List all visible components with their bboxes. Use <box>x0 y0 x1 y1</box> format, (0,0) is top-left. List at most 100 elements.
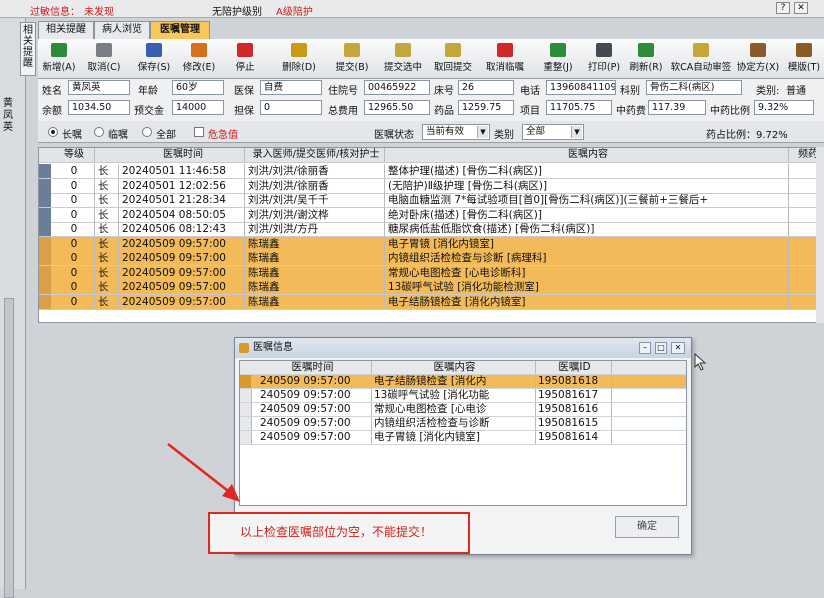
toolbar-button-8[interactable]: 取回提交 <box>430 41 476 77</box>
dialog-row[interactable]: 240509 09:57:00 内镜组织活检检查与诊断 195081615 <box>240 417 686 431</box>
dialog-row[interactable]: 240509 09:57:00 13碳呼气试验 [消化功能 195081617 <box>240 389 686 403</box>
critical-checkbox[interactable] <box>194 127 204 137</box>
table-row[interactable]: 0 长 20240509 09:57:00 陈瑞鑫 常规心电图检查 [心电诊断科] <box>39 265 823 281</box>
row-selector[interactable] <box>39 251 51 265</box>
row-selector[interactable] <box>39 294 51 309</box>
toolbar-button-2[interactable]: 保存(S) <box>130 41 178 77</box>
toolbar-button-13[interactable]: 软CA自动审签 <box>668 41 734 77</box>
dialog-cell: 195081617 <box>536 389 612 402</box>
row-selector[interactable] <box>39 178 51 193</box>
row-selector[interactable] <box>240 403 252 416</box>
toolbar-button-12[interactable]: 刷新(R) <box>626 41 666 77</box>
all-order-radio[interactable] <box>142 127 152 137</box>
dialog-row[interactable]: 240509 09:57:00 电子胃镜 [消化内镜室] 195081614 <box>240 431 686 445</box>
admission-field[interactable]: 00465922 <box>364 80 430 95</box>
row-selector[interactable] <box>240 417 252 430</box>
toolbar-button-11[interactable]: 打印(P) <box>584 41 624 77</box>
category-value: 普通 <box>786 86 806 97</box>
guarantee-field[interactable]: 0 <box>260 100 322 115</box>
phone-field[interactable]: 13960841109 <box>546 80 616 95</box>
status-select[interactable]: 当前有效 ▼ <box>422 124 490 140</box>
item-field[interactable]: 11705.75 <box>546 100 612 115</box>
row-selector[interactable] <box>39 236 51 251</box>
bed-field[interactable]: 26 <box>458 80 514 95</box>
row-selector[interactable] <box>39 280 51 294</box>
toolbar-button-1[interactable]: 取消(C) <box>80 41 128 77</box>
tcm-field[interactable]: 117.39 <box>648 100 706 115</box>
row-selector[interactable] <box>39 164 51 178</box>
toolbar-button-14[interactable]: 协定方(X) <box>734 41 782 77</box>
table-cell: 20240501 11:46:58 <box>119 164 245 178</box>
total-field[interactable]: 12965.50 <box>364 100 430 115</box>
toolbar-button-3[interactable]: 修改(E) <box>180 41 218 77</box>
balance-field[interactable]: 1034.50 <box>68 100 130 115</box>
row-selector[interactable] <box>39 193 51 207</box>
row-selector[interactable] <box>240 389 252 402</box>
table-row[interactable]: 0 长 20240509 09:57:00 陈瑞鑫 内镜组织活检检查与诊断 [病理科] <box>39 251 823 266</box>
dialog-header-cell[interactable]: 医嘱内容 <box>372 361 536 374</box>
table-row[interactable]: 0 长 20240509 09:57:00 陈瑞鑫 电子结肠镜检查 [消化内镜室] <box>39 294 823 310</box>
table-cell: 13碳呼气试验 [消化功能检测室] <box>385 280 789 294</box>
toolbar-button-label: 模版(T) <box>787 62 821 73</box>
tab-reminders[interactable]: 相关提醒 <box>38 21 94 39</box>
left-scrollbar[interactable] <box>4 298 14 598</box>
prescription-icon <box>750 43 766 57</box>
close-icon[interactable]: ✕ <box>671 342 685 354</box>
ok-button[interactable]: 确定 <box>615 516 679 538</box>
prepay-field[interactable]: 14000 <box>172 100 224 115</box>
table-row[interactable]: 0 长 20240506 08:12:43 刘洪/刘洪/方丹 糖尿病低盐低脂饮食(描述)… <box>39 222 823 237</box>
dialog-header-cell[interactable]: 医嘱ID <box>536 361 612 374</box>
dialog-row[interactable]: 240509 09:57:00 电子结肠镜检查 [消化内 195081618 <box>240 375 686 389</box>
grid-header-cell[interactable]: 医嘱时间 <box>119 148 245 162</box>
table-cell: 常规心电图检查 [心电诊断科] <box>385 265 789 280</box>
toolbar-button-9[interactable]: 取消临嘱 <box>478 41 532 77</box>
dialog-row[interactable]: 240509 09:57:00 常规心电图检查 [心电诊 195081616 <box>240 403 686 417</box>
maximize-icon[interactable]: □ <box>655 342 667 354</box>
type-select[interactable]: 全部 ▼ <box>522 124 584 140</box>
table-cell: 0 <box>51 265 95 280</box>
toolbar-button-4[interactable]: 停止 <box>220 41 270 77</box>
age-field[interactable]: 60岁 <box>172 80 224 95</box>
tab-orders[interactable]: 医嘱管理 <box>150 21 210 39</box>
grid-scrollbar[interactable] <box>816 147 824 323</box>
row-selector[interactable] <box>39 207 51 222</box>
grid-header-cell[interactable]: 医嘱内容 <box>385 148 789 162</box>
table-row[interactable]: 0 长 20240509 09:57:00 陈瑞鑫 13碳呼气试验 [消化功能检测室] <box>39 280 823 295</box>
dialog-header-cell[interactable]: 医嘱时间 <box>252 361 372 374</box>
grid-header-cell[interactable]: 录入医师/提交医师/核对护士 <box>245 148 385 162</box>
row-selector[interactable] <box>240 375 252 388</box>
toolbar-button-6[interactable]: 提交(B) <box>328 41 376 77</box>
toolbar-button-10[interactable]: 重整(J) <box>534 41 582 77</box>
table-cell: 陈瑞鑫 <box>245 294 385 309</box>
template-icon <box>796 43 812 57</box>
table-cell: 0 <box>51 178 95 193</box>
care-level-value: A级陪护 <box>276 7 313 18</box>
row-selector[interactable] <box>39 222 51 236</box>
dept-field[interactable]: 骨伤二科(病区) <box>646 80 742 95</box>
drug-field[interactable]: 1259.75 <box>458 100 514 115</box>
temp-order-radio[interactable] <box>94 127 104 137</box>
table-cell: 长 <box>95 236 119 251</box>
balance-label: 余额 <box>42 106 62 117</box>
side-tab-reminders[interactable]: 相关提醒 <box>20 22 36 76</box>
filter-bar: 长嘱 临嘱 全部 危急值 医嘱状态 当前有效 ▼ 类别 全部 ▼ 药占比例：9.72… <box>38 121 824 143</box>
long-order-radio[interactable] <box>48 127 58 137</box>
toolbar-button-15[interactable]: 模版(T) <box>786 41 822 77</box>
table-row[interactable]: 0 长 20240501 11:46:58 刘洪/刘洪/徐丽香 整体护理(描述) [骨伤… <box>39 164 823 179</box>
close-icon[interactable]: ✕ <box>794 2 808 14</box>
row-selector[interactable] <box>39 265 51 280</box>
minimize-icon[interactable]: – <box>639 342 651 354</box>
table-row[interactable]: 0 长 20240501 21:28:34 刘洪/刘洪/吴千千 电脑血糖监测 7*每试验… <box>39 193 823 208</box>
help-icon[interactable]: ? <box>776 2 790 14</box>
grid-header-cell[interactable]: 等级 <box>51 148 95 162</box>
toolbar-button-0[interactable]: 新增(A) <box>40 41 78 77</box>
toolbar-button-7[interactable]: 提交选中 <box>378 41 428 77</box>
name-field[interactable]: 黄凤英 <box>68 80 130 95</box>
table-row[interactable]: 0 长 20240501 12:02:56 刘洪/刘洪/徐丽香 (无陪护)Ⅱ级护理 [骨… <box>39 178 823 194</box>
tcm-ratio-field[interactable]: 9.32% <box>754 100 814 115</box>
insurance-field[interactable]: 自费 <box>260 80 322 95</box>
toolbar-button-5[interactable]: 删除(D) <box>272 41 326 77</box>
tab-patient-browse[interactable]: 病人浏览 <box>94 21 150 39</box>
table-row[interactable]: 0 长 20240509 09:57:00 陈瑞鑫 电子胃镜 [消化内镜室] <box>39 236 823 252</box>
table-row[interactable]: 0 长 20240504 08:50:05 刘洪/刘洪/谢汶桦 绝对卧床(描述) [骨伤… <box>39 207 823 223</box>
